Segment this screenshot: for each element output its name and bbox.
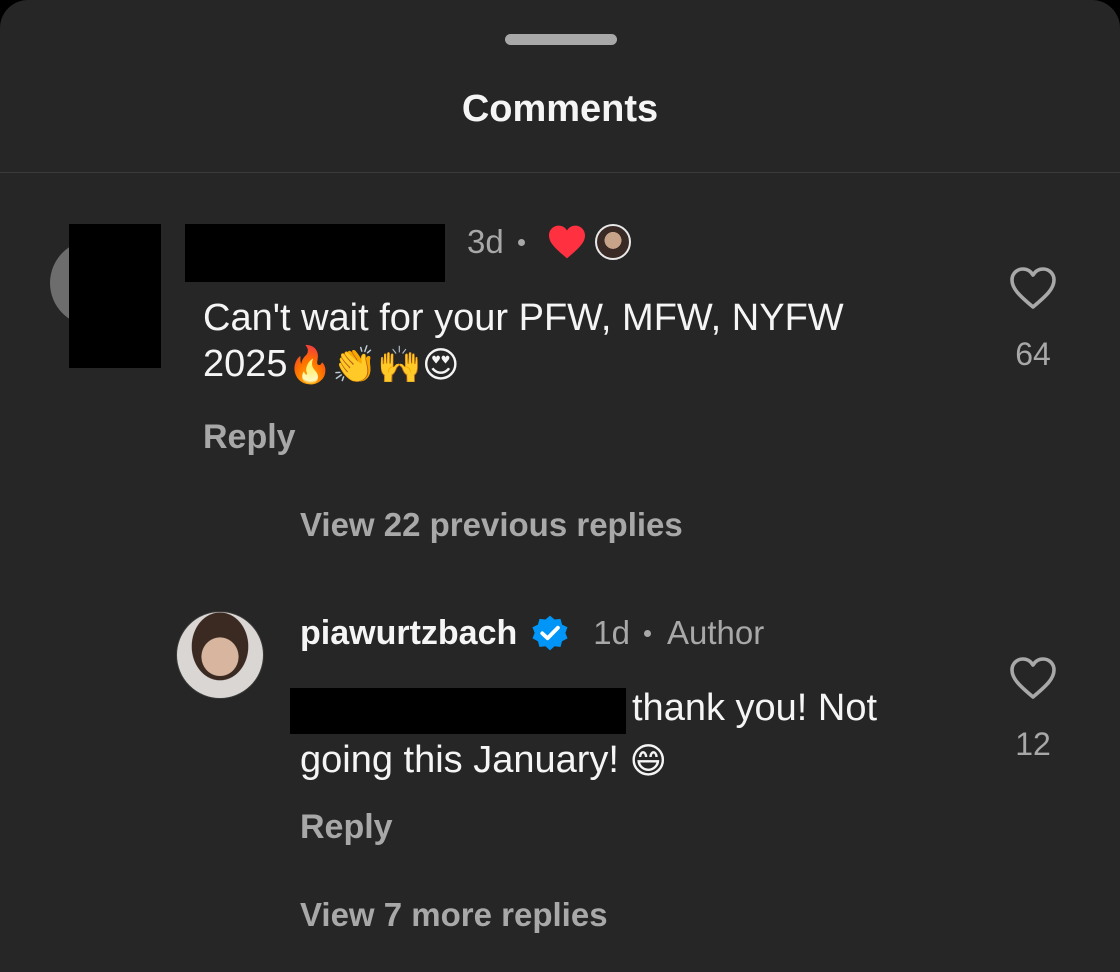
verified-badge-icon (532, 615, 568, 651)
like-count: 12 (1015, 726, 1051, 762)
author-badge: Author (666, 614, 765, 651)
author-liked-heart-icon (548, 225, 585, 259)
reply-time: 1d (593, 614, 630, 651)
redacted-avatar-block (69, 224, 161, 368)
comment-text-line2: 2025 (203, 343, 288, 385)
reply-text-line2: going this January! (300, 739, 619, 781)
reply-text-line2-wrap: going this January! 😄 (300, 737, 667, 783)
username[interactable]: piawurtzbach (300, 614, 517, 653)
sheet-title: Comments (461, 88, 659, 130)
comment-time: 3d (467, 223, 504, 260)
like-count: 64 (1015, 336, 1051, 372)
comment-text-line1: Can't wait for your PFW, MFW, NYFW (203, 297, 844, 339)
redacted-username (185, 224, 445, 282)
heart-outline-icon[interactable] (1009, 266, 1057, 310)
view-previous-replies-button[interactable]: View 22 previous replies (300, 506, 683, 544)
raising-hands-emoji: 🙌 (377, 344, 423, 386)
comment-text-line2-wrap: 2025🔥👏🙌😍 (203, 341, 844, 387)
comments-sheet: Comments 3d Can't wait for your PFW, MFW… (0, 0, 1120, 972)
drag-handle[interactable] (505, 34, 617, 45)
author-mini-avatar (594, 224, 631, 260)
redacted-mention (290, 688, 626, 734)
separator-dot (643, 629, 651, 637)
reply-meta: piawurtzbach 1d Author (300, 611, 764, 655)
reply-button[interactable]: Reply (203, 418, 296, 457)
heart-outline-icon[interactable] (1009, 656, 1057, 700)
clapping-hands-emoji: 👏 (332, 344, 378, 386)
fire-emoji: 🔥 (287, 344, 333, 386)
separator-dot (517, 238, 525, 246)
view-more-replies-button[interactable]: View 7 more replies (300, 896, 608, 934)
heart-eyes-emoji: 😍 (422, 344, 460, 386)
comment-meta: 3d (467, 222, 631, 262)
reply-button[interactable]: Reply (300, 808, 393, 847)
reply-text-line1: thank you! Not (632, 687, 878, 729)
comment-body: Can't wait for your PFW, MFW, NYFW 2025🔥… (203, 295, 844, 387)
grinning-face-emoji: 😄 (629, 740, 668, 782)
author-avatar[interactable] (176, 611, 264, 699)
header-divider (0, 172, 1120, 173)
